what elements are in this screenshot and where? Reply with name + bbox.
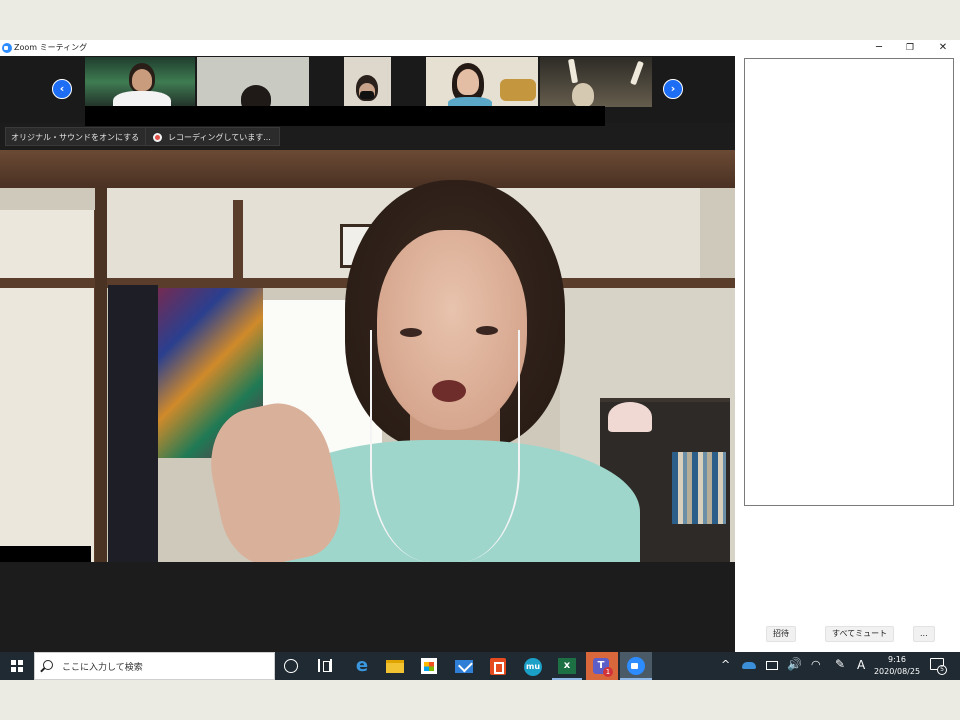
- record-icon: [153, 133, 162, 142]
- window-title: Zoom ミーティング: [14, 43, 88, 52]
- shelf-items: [500, 79, 536, 101]
- next-page-button[interactable]: ›: [663, 79, 683, 99]
- battery-icon[interactable]: [766, 661, 778, 670]
- clock-date: 2020/08/25: [873, 667, 921, 676]
- original-sound-label: オリジナル・サウンドをオンにする: [11, 133, 140, 142]
- dark-post: [108, 285, 158, 562]
- ceiling-light: [630, 60, 644, 86]
- recording-label: レコーディングしています...: [168, 133, 271, 142]
- original-sound-button[interactable]: オリジナル・サウンドをオンにする ▾: [5, 127, 157, 146]
- participant-thumbnail[interactable]: [197, 57, 309, 107]
- minimize-button[interactable]: ─: [864, 40, 894, 56]
- pen-icon[interactable]: ✎: [835, 657, 845, 671]
- redaction-bar: [85, 106, 605, 126]
- task-view-icon[interactable]: [318, 659, 332, 672]
- participant-head: [572, 83, 594, 107]
- lamp: [608, 402, 652, 432]
- participant-thumbnail[interactable]: [85, 57, 195, 107]
- participant-thumbnail-strip: ‹ ›: [0, 56, 735, 126]
- ceiling-light: [567, 58, 579, 84]
- teams-notification-badge: 1: [603, 667, 613, 677]
- clock[interactable]: 9:16 2020/08/25: [870, 654, 924, 678]
- mute-all-button[interactable]: すべてミュート: [825, 626, 895, 642]
- books: [672, 452, 726, 524]
- show-hidden-icons-chevron-icon[interactable]: ^: [721, 658, 730, 671]
- invite-button[interactable]: 招待: [766, 626, 796, 642]
- participant-thumbnail[interactable]: [426, 57, 538, 107]
- zoom-app-icon: [2, 43, 12, 53]
- zoom-meeting-window: Zoom ミーティング ─ ❐ ✕ ‹ › オリジナル・サウンドをオンにする レ…: [0, 40, 960, 652]
- running-indicator: [552, 678, 582, 680]
- earphone-wire: [370, 330, 520, 562]
- close-button[interactable]: ✕: [928, 40, 958, 56]
- ceiling: [0, 150, 735, 188]
- search-box[interactable]: ここに入力して検索: [34, 652, 275, 680]
- store-icon[interactable]: [421, 658, 437, 674]
- file-explorer-icon[interactable]: [386, 660, 404, 673]
- more-options-button[interactable]: ...: [913, 626, 935, 642]
- sliding-door: [0, 210, 100, 562]
- office-icon[interactable]: [490, 658, 506, 675]
- start-button[interactable]: [0, 652, 34, 680]
- wooden-pillar: [95, 188, 107, 562]
- zoom-icon[interactable]: [627, 657, 645, 675]
- title-bar[interactable]: Zoom ミーティング ─ ❐ ✕: [0, 40, 960, 56]
- volume-icon[interactable]: 🔊: [787, 657, 802, 671]
- ime-indicator[interactable]: A: [857, 658, 865, 672]
- recording-indicator[interactable]: レコーディングしています...: [145, 127, 280, 146]
- participants-side-panel: 招待 すべてミュート ...: [735, 56, 960, 652]
- participant-head: [241, 85, 271, 107]
- onedrive-icon[interactable]: [742, 662, 756, 669]
- participant-thumbnail[interactable]: [540, 57, 652, 107]
- participant-thumbnail[interactable]: [344, 57, 391, 107]
- video-area: ‹ › オリジナル・サウンドをオンにする レコーディングしています...: [0, 56, 735, 652]
- previous-page-button[interactable]: ‹: [52, 79, 72, 99]
- windows-taskbar: ここに入力して検索 e mu x T 1 ^ 🔊 ◠ ✎ A 9:16 2020…: [0, 652, 960, 680]
- notification-count-badge: 5: [937, 665, 947, 675]
- mu-app-icon[interactable]: mu: [524, 658, 542, 676]
- mail-icon[interactable]: [455, 660, 473, 673]
- participant-face: [132, 69, 152, 91]
- search-icon: [43, 660, 53, 670]
- cortana-icon[interactable]: [284, 659, 298, 673]
- edge-icon[interactable]: e: [352, 656, 372, 676]
- clock-time: 9:16: [888, 655, 906, 664]
- restore-button[interactable]: ❐: [895, 40, 925, 56]
- participant-shirt: [113, 91, 171, 107]
- active-speaker-video[interactable]: [0, 150, 735, 562]
- face-mask: [360, 91, 374, 99]
- windows-logo-icon: [11, 660, 23, 672]
- participant-face: [457, 69, 479, 95]
- participant-list[interactable]: [744, 58, 954, 506]
- excel-icon[interactable]: x: [558, 658, 576, 674]
- redaction-bar: [0, 546, 91, 562]
- network-icon[interactable]: ◠: [811, 658, 821, 671]
- search-placeholder: ここに入力して検索: [62, 663, 143, 673]
